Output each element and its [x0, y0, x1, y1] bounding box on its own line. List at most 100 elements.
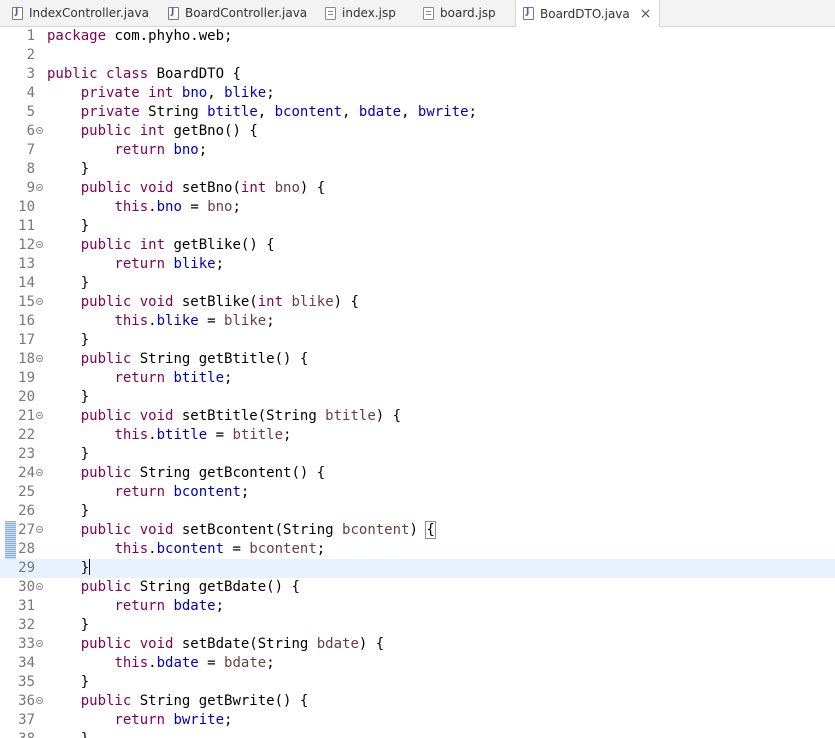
jsp-file-icon [423, 6, 434, 20]
line-number: 5 [26, 104, 35, 120]
code-line: 37 return bwrite; [0, 711, 835, 730]
code-line: 12 public int getBlike() { [0, 236, 835, 255]
line-number: 27 [18, 522, 35, 538]
line-number: 38 [0, 730, 35, 738]
fold-toggle-icon[interactable] [36, 640, 43, 647]
line-number: 4 [26, 85, 35, 101]
line-number: 13 [18, 256, 35, 272]
line-number: 28 [18, 541, 35, 557]
line-number: 37 [18, 712, 35, 728]
line-number: 26 [18, 503, 35, 519]
fold-toggle-icon[interactable] [36, 583, 43, 590]
code-line: 17 } [0, 331, 835, 350]
line-number: 21 [18, 408, 35, 424]
java-file-icon [12, 6, 23, 20]
tab-index-controller[interactable]: IndexController.java [12, 0, 149, 26]
tab-label: BoardController.java [185, 6, 308, 20]
code-line: 32 } [0, 616, 835, 635]
line-number: 16 [18, 313, 35, 329]
fold-toggle-icon[interactable] [36, 469, 43, 476]
code-line: 4 private int bno, blike; [0, 84, 835, 103]
code-line: 24 public String getBcontent() { [0, 464, 835, 483]
code-line: 14 } [0, 274, 835, 293]
fold-toggle-icon[interactable] [36, 697, 43, 704]
code-line: 8 } [0, 160, 835, 179]
tab-label: index.jsp [342, 6, 396, 20]
line-number: 6 [26, 123, 35, 139]
code-line: 30 public String getBdate() { [0, 578, 835, 597]
line-number: 32 [18, 617, 35, 633]
java-file-icon [523, 7, 534, 20]
java-file-icon [168, 6, 179, 20]
line-number: 18 [18, 351, 35, 367]
tab-label: IndexController.java [29, 6, 149, 20]
close-icon[interactable]: × [640, 7, 652, 21]
fold-toggle-icon[interactable] [36, 241, 43, 248]
line-number: 36 [18, 693, 35, 709]
code-line: 11 } [0, 217, 835, 236]
code-line: 27 public void setBcontent(String bconte… [0, 521, 835, 540]
code-line: 21 public void setBtitle(String btitle) … [0, 407, 835, 426]
code-editor[interactable]: 1 package com.phyho.web; 2 3 public clas… [0, 27, 835, 738]
line-number: 1 [26, 28, 35, 44]
line-number: 35 [18, 674, 35, 690]
code-line: 25 return bcontent; [0, 483, 835, 502]
code-line: 3 public class BoardDTO { [0, 65, 835, 84]
code-line: 28 this.bcontent = bcontent; [0, 540, 835, 559]
line-number: 22 [18, 427, 35, 443]
tab-board-dto[interactable]: BoardDTO.java × [515, 0, 660, 27]
code-line: 20 } [0, 388, 835, 407]
fold-toggle-icon[interactable] [36, 127, 43, 134]
code-line: 38 } [0, 730, 835, 738]
line-number: 33 [18, 636, 35, 652]
code-line: 19 return btitle; [0, 369, 835, 388]
code-line: 35 } [0, 673, 835, 692]
code-line: 22 this.btitle = btitle; [0, 426, 835, 445]
code-line: 33 public void setBdate(String bdate) { [0, 635, 835, 654]
tab-label: BoardDTO.java [540, 6, 630, 21]
line-number: 17 [18, 332, 35, 348]
code-line: 9 public void setBno(int bno) { [0, 179, 835, 198]
line-number: 34 [18, 655, 35, 671]
line-number: 24 [18, 465, 35, 481]
tab-board-jsp[interactable]: board.jsp [423, 0, 496, 26]
line-number: 11 [18, 218, 35, 234]
line-number: 7 [26, 142, 35, 158]
line-number: 25 [18, 484, 35, 500]
line-number: 12 [18, 237, 35, 253]
fold-toggle-icon[interactable] [36, 184, 43, 191]
line-number: 30 [18, 579, 35, 595]
code-line: 31 return bdate; [0, 597, 835, 616]
line-number: 19 [18, 370, 35, 386]
tab-board-controller[interactable]: BoardController.java [168, 0, 307, 26]
line-number: 15 [18, 294, 35, 310]
code-line: 36 public String getBwrite() { [0, 692, 835, 711]
code-line: 6 public int getBno() { [0, 122, 835, 141]
code-line: 1 package com.phyho.web; [0, 27, 835, 46]
fold-toggle-icon[interactable] [36, 526, 43, 533]
editor-tab-bar: IndexController.java BoardController.jav… [0, 0, 835, 27]
code-line: 13 return blike; [0, 255, 835, 274]
line-number: 2 [26, 47, 35, 63]
code-line: 10 this.bno = bno; [0, 198, 835, 217]
line-number: 31 [18, 598, 35, 614]
line-number: 10 [18, 199, 35, 215]
text-cursor [89, 559, 91, 575]
fold-toggle-icon[interactable] [36, 355, 43, 362]
tab-index-jsp[interactable]: index.jsp [325, 0, 396, 26]
line-number: 14 [18, 275, 35, 291]
fold-toggle-icon[interactable] [36, 412, 43, 419]
matching-bracket: { [425, 521, 436, 539]
code-line: 34 this.bdate = bdate; [0, 654, 835, 673]
fold-toggle-icon[interactable] [36, 298, 43, 305]
line-number: 23 [18, 446, 35, 462]
line-number: 29 [18, 560, 35, 576]
code-line: 5 private String btitle, bcontent, bdate… [0, 103, 835, 122]
jsp-file-icon [325, 6, 336, 20]
code-line: 26 } [0, 502, 835, 521]
code-line: 7 return bno; [0, 141, 835, 160]
code-line: 16 this.blike = blike; [0, 312, 835, 331]
code-line: 15 public void setBlike(int blike) { [0, 293, 835, 312]
current-code-line: 29 } [0, 559, 835, 578]
tab-label: board.jsp [440, 6, 496, 20]
